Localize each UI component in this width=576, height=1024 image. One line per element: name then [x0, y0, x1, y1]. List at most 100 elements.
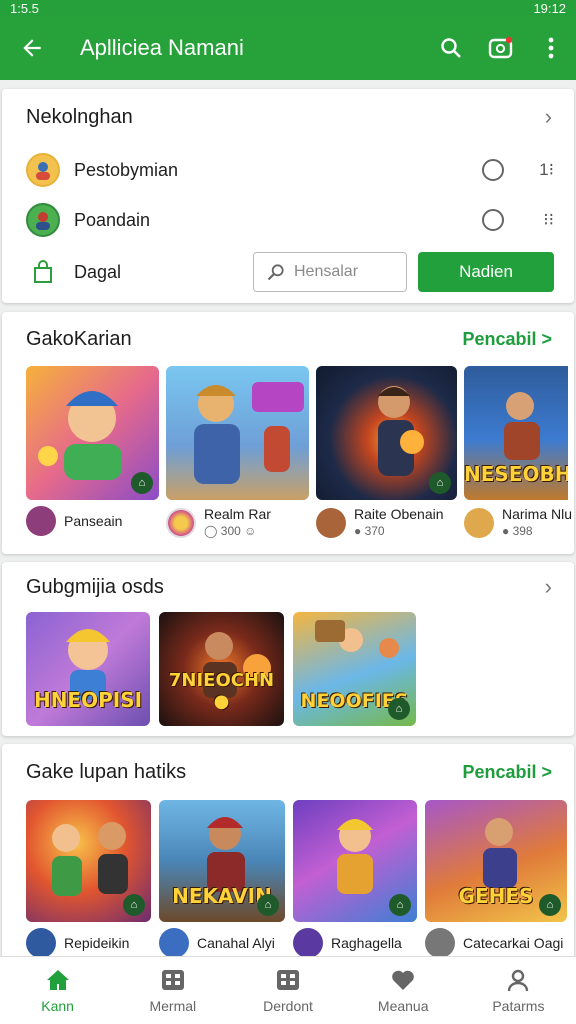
nav-item-grid[interactable]: Mermal — [115, 957, 230, 1024]
avatar — [26, 153, 60, 187]
game-caption: NESEOBH — [464, 462, 568, 486]
list-item-label: Poandain — [74, 209, 151, 230]
game-thumbnail: ⌂ — [26, 366, 159, 500]
game-caption: 7NIEOCHN ● — [168, 670, 275, 712]
game-thumbnail: ⌂ — [293, 800, 417, 922]
popular-title: Gake lupan hatiks — [26, 760, 187, 783]
clock-icon[interactable] — [482, 159, 504, 181]
game-card[interactable]: ⌂ Panseain — [26, 366, 159, 540]
game-thumbnail: ⌂ — [26, 800, 151, 922]
person-icon — [505, 968, 531, 992]
game-name: Repideikin — [64, 934, 130, 951]
avatar — [293, 928, 323, 958]
category-card: Gubgmijia osds › HNEOPISI 7NIEOCHN ● NEO… — [2, 562, 574, 736]
play-icon: ⌂ — [388, 698, 410, 720]
nav-label: Meanua — [377, 997, 429, 1014]
game-stats: ● 398 — [502, 524, 533, 538]
heart-icon — [390, 968, 416, 992]
bottom-nav: Kann Mermal Derdont Meanua Patarms — [0, 956, 576, 1024]
recent-title: Nekolnghan — [26, 105, 133, 128]
nav-item-home[interactable]: Kann — [0, 957, 115, 1024]
nav-label: Derdont — [263, 997, 313, 1014]
app-bar: Aplliciea Namani — [0, 16, 576, 80]
search-placeholder: Hensalar — [294, 263, 359, 280]
game-thumbnail[interactable]: 7NIEOCHN ● — [159, 612, 284, 726]
avatar — [316, 508, 346, 538]
category-title: Gubgmijia osds — [26, 575, 164, 598]
search-icon[interactable] — [426, 36, 476, 60]
avatar — [159, 928, 189, 958]
arrow-back-icon[interactable] — [0, 35, 64, 61]
play-icon: ⌂ — [257, 894, 279, 916]
play-icon: ⌂ — [429, 472, 451, 494]
play-icon: ⌂ — [123, 894, 145, 916]
more-vert-icon[interactable] — [526, 36, 576, 60]
avatar — [166, 508, 196, 538]
play-icon: ⌂ — [389, 894, 411, 916]
game-thumbnail — [166, 366, 309, 500]
nav-item-profile[interactable]: Patarms — [461, 957, 576, 1024]
game-thumbnail[interactable]: HNEOPISI — [26, 612, 150, 726]
status-bar: 1:5.5 19:12 — [0, 0, 576, 16]
avatar — [26, 928, 56, 958]
search-input[interactable]: Hensalar — [253, 252, 407, 292]
game-thumbnail: NESEOBH — [464, 366, 568, 500]
nav-label: Mermal — [149, 997, 197, 1014]
list-item-label: Pestobymian — [74, 159, 179, 180]
game-name: Catecarkai Oagi — [463, 934, 564, 951]
bag-icon — [26, 260, 60, 284]
game-stats: ◯ 300 ☺ — [204, 524, 257, 538]
camera-badge-icon[interactable] — [476, 34, 526, 62]
nav-item-apps[interactable]: Derdont — [230, 957, 345, 1024]
game-caption: HNEOPISI — [33, 688, 143, 712]
featured-card: GakoKarian Pencabil > ⌂ Panseain Realm R… — [2, 312, 574, 554]
search-row: Dagal Hensalar Nadien — [2, 245, 574, 299]
chevron-right-icon[interactable]: › — [545, 574, 552, 600]
apps-icon — [275, 968, 301, 992]
list-item[interactable]: Pestobymian 1⁝ — [2, 145, 574, 195]
game-name: Raite Obenain — [354, 506, 444, 522]
status-clock: 19:12 — [533, 0, 566, 16]
search-button[interactable]: Nadien — [418, 252, 554, 292]
nav-label: Kann — [41, 997, 74, 1014]
game-thumbnail: GEHES ⌂ — [425, 800, 567, 922]
avatar — [26, 203, 60, 237]
recent-card: Nekolnghan › Pestobymian 1⁝ Poandain ⁝⁝ … — [2, 89, 574, 303]
list-item-meta: ⁝⁝ — [543, 210, 554, 229]
avatar — [464, 508, 494, 538]
chevron-right-icon[interactable]: › — [545, 104, 552, 130]
game-name: Narima Nlu — [502, 506, 573, 522]
play-icon: ⌂ — [539, 894, 561, 916]
game-card[interactable]: ⌂ Raghagella — [293, 800, 417, 958]
refresh-icon[interactable] — [482, 209, 504, 231]
list-item-meta: 1⁝ — [539, 160, 554, 179]
game-thumbnail: NEKAVIN ⌂ — [159, 800, 285, 922]
popular-card: Gake lupan hatiks Pencabil > ⌂ Repideiki… — [2, 744, 574, 958]
list-item[interactable]: Poandain ⁝⁝ — [2, 195, 574, 245]
status-time: 1:5.5 — [10, 0, 39, 16]
game-card[interactable]: ⌂ Repideikin — [26, 800, 151, 958]
nav-label: Patarms — [492, 997, 545, 1014]
app-title: Aplliciea Namani — [80, 35, 244, 60]
game-card[interactable]: ⌂ Raite Obenain ● 370 — [316, 366, 457, 540]
grid-icon — [160, 968, 186, 992]
search-icon — [267, 264, 284, 281]
game-card[interactable]: NEKAVIN ⌂ Canahal Alyi — [159, 800, 285, 958]
game-name: Canahal Alyi — [197, 934, 275, 951]
game-card[interactable]: NESEOBH Narima Nlu ● 398 — [464, 366, 572, 540]
featured-title: GakoKarian — [26, 327, 132, 350]
nav-item-favorites[interactable]: Meanua — [346, 957, 461, 1024]
see-all-link[interactable]: Pencabil > — [462, 329, 552, 350]
game-name: Raghagella — [331, 934, 402, 951]
avatar — [425, 928, 455, 958]
game-name: Panseain — [64, 512, 123, 529]
see-all-link[interactable]: Pencabil > — [462, 762, 552, 783]
game-card[interactable]: Realm Rar ◯ 300 ☺ — [166, 366, 309, 540]
game-thumbnail[interactable]: NEOOFIES ⌂ — [293, 612, 416, 726]
home-icon — [45, 968, 71, 992]
game-stats: ● 370 — [354, 524, 385, 538]
game-name: Realm Rar — [204, 506, 271, 522]
game-card[interactable]: GEHES ⌂ Catecarkai Oagi — [425, 800, 567, 958]
daga-label: Dagal — [74, 261, 122, 282]
play-icon: ⌂ — [131, 472, 153, 494]
